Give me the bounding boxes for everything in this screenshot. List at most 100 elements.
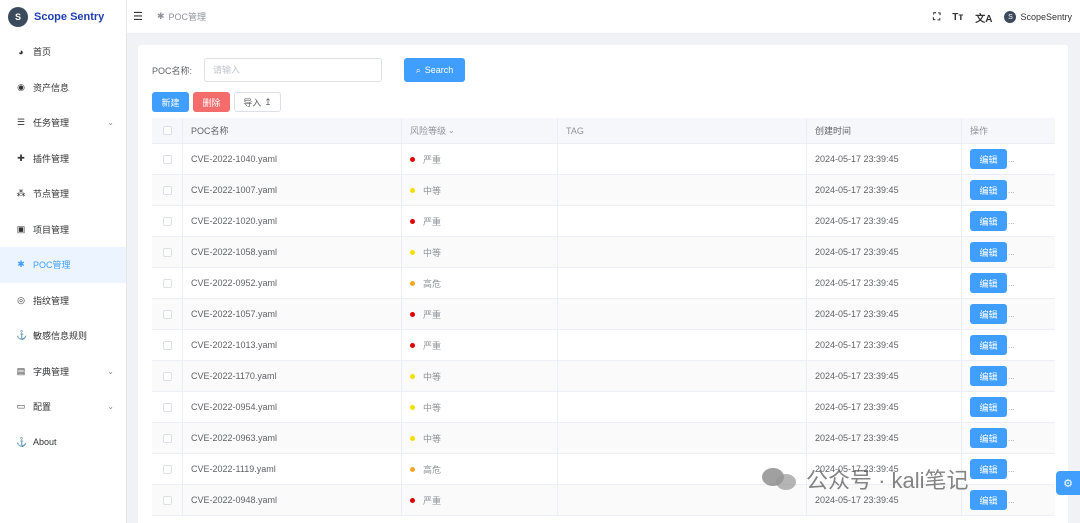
header-level-label: 风险等级 [410,126,447,136]
user-name: ScopeSentry [1020,12,1072,22]
more-actions[interactable]: ... [1008,217,1015,226]
more-actions[interactable]: ... [1008,403,1015,412]
sidebar-item-5[interactable]: ▣ 项目管理 [0,212,126,248]
sidebar-item-label: 项目管理 [33,224,70,235]
row-tag [558,268,807,298]
edit-button[interactable]: 编辑 [970,459,1007,479]
edit-button[interactable]: 编辑 [970,211,1007,231]
row-op: 编辑... [962,423,1055,453]
edit-button[interactable]: 编辑 [970,180,1007,200]
chevron-down-icon[interactable]: ⌄ [448,126,455,135]
search-button-label: Search [424,65,454,75]
edit-button[interactable]: 编辑 [970,149,1007,169]
delete-button[interactable]: 删除 [193,92,230,112]
top-right-tools: ⛶ Tт 文A S ScopeSentry [933,0,1072,34]
fullscreen-icon[interactable]: ⛶ [933,12,940,23]
row-checkbox[interactable] [162,278,172,288]
sidebar-item-label: 指纹管理 [33,295,70,306]
edit-button[interactable]: 编辑 [970,366,1007,386]
sidebar-item-2[interactable]: ☰ 任务管理 ⌄ [0,105,126,141]
row-op: 编辑... [962,237,1055,267]
menu-collapse-icon[interactable]: ☰ [133,10,145,23]
more-actions[interactable]: ... [1008,186,1015,195]
header-level[interactable]: 风险等级 ⌄ [402,118,558,143]
more-actions[interactable]: ... [1008,496,1015,505]
sidebar-item-8[interactable]: ⚓ 敏感信息规则 [0,318,126,354]
sidebar-item-4[interactable]: ⁂ 节点管理 [0,176,126,212]
brand-logo-icon: S [8,7,28,27]
row-checkbox[interactable] [162,340,172,350]
edit-button[interactable]: 编辑 [970,242,1007,262]
edit-button[interactable]: 编辑 [970,397,1007,417]
row-poc-name: CVE-2022-1013.yaml [183,330,402,360]
row-checkbox[interactable] [162,154,172,164]
edit-button[interactable]: 编辑 [970,304,1007,324]
project-icon: ▣ [16,223,26,234]
table-row: CVE-2022-1007.yaml 中等 2024-05-17 23:39:45 编… [152,175,1055,206]
edit-button[interactable]: 编辑 [970,490,1007,510]
sidebar-item-11[interactable]: ⚓ About [0,425,126,461]
row-checkbox[interactable] [162,464,172,474]
edit-button[interactable]: 编辑 [970,273,1007,293]
edit-button[interactable]: 编辑 [970,335,1007,355]
table-row: CVE-2022-0952.yaml 高危 2024-05-17 23:39:45 编… [152,268,1055,299]
sidebar-item-9[interactable]: ▤ 字典管理 ⌄ [0,354,126,390]
row-op: 编辑... [962,206,1055,236]
select-all-checkbox[interactable] [162,126,172,135]
row-check-cell [152,206,183,236]
row-checkbox[interactable] [162,247,172,257]
row-checkbox[interactable] [162,309,172,319]
header-name: POC名称 [183,118,402,143]
import-button[interactable]: 导入 ↥ [234,92,281,112]
sidebar-item-7[interactable]: ◎ 指纹管理 [0,283,126,319]
row-time: 2024-05-17 23:39:45 [807,237,962,267]
row-op: 编辑... [962,485,1055,515]
row-checkbox[interactable] [162,185,172,195]
row-checkbox[interactable] [162,216,172,226]
row-checkbox[interactable] [162,402,172,412]
row-tag [558,330,807,360]
row-poc-name: CVE-2022-1057.yaml [183,299,402,329]
row-checkbox[interactable] [162,371,172,381]
search-button[interactable]: ⌕ Search [404,58,466,82]
poc-name-input[interactable] [204,58,383,82]
user-menu[interactable]: S ScopeSentry [1004,11,1072,23]
more-actions[interactable]: ... [1008,434,1015,443]
more-actions[interactable]: ... [1008,155,1015,164]
more-actions[interactable]: ... [1008,310,1015,319]
edit-button[interactable]: 编辑 [970,428,1007,448]
sidebar-item-0[interactable]: ◕ 首页 [0,34,126,70]
header-time: 创建时间 [807,118,962,143]
more-actions[interactable]: ... [1008,465,1015,474]
row-level: 中等 [402,175,558,205]
row-time: 2024-05-17 23:39:45 [807,423,962,453]
poc-card: POC名称: ⌕ Search 新建 删除 导入 ↥ POC名称 风险等级 ⌄ … [138,45,1068,523]
row-time: 2024-05-17 23:39:45 [807,206,962,236]
row-op: 编辑... [962,175,1055,205]
translate-icon[interactable]: 文A [975,10,992,25]
more-actions[interactable]: ... [1008,279,1015,288]
sidebar-item-10[interactable]: ▭ 配置 ⌄ [0,389,126,425]
brand[interactable]: S Scope Sentry [0,0,126,34]
sidebar-item-6[interactable]: ✱ POC管理 [0,247,126,283]
sidebar-item-3[interactable]: ✚ 插件管理 [0,141,126,177]
row-op: 编辑... [962,330,1055,360]
settings-gear-icon[interactable]: ⚙ [1056,471,1080,495]
more-actions[interactable]: ... [1008,248,1015,257]
sidebar-item-1[interactable]: ◉ 资产信息 [0,70,126,106]
row-checkbox[interactable] [162,495,172,505]
row-poc-name: CVE-2022-0954.yaml [183,392,402,422]
chevron-down-icon: ⌄ [107,118,114,128]
font-size-icon[interactable]: Tт [952,12,963,23]
more-actions[interactable]: ... [1008,341,1015,350]
row-level: 严重 [402,330,558,360]
chevron-down-icon: ⌄ [107,366,114,376]
more-actions[interactable]: ... [1008,372,1015,381]
header-check-cell [152,118,183,143]
eye-icon: ◉ [17,81,25,92]
row-time: 2024-05-17 23:39:45 [807,361,962,391]
table-row: CVE-2022-1058.yaml 中等 2024-05-17 23:39:45 编… [152,237,1055,268]
row-level: 中等 [402,361,558,391]
row-checkbox[interactable] [162,433,172,443]
new-button[interactable]: 新建 [152,92,189,112]
